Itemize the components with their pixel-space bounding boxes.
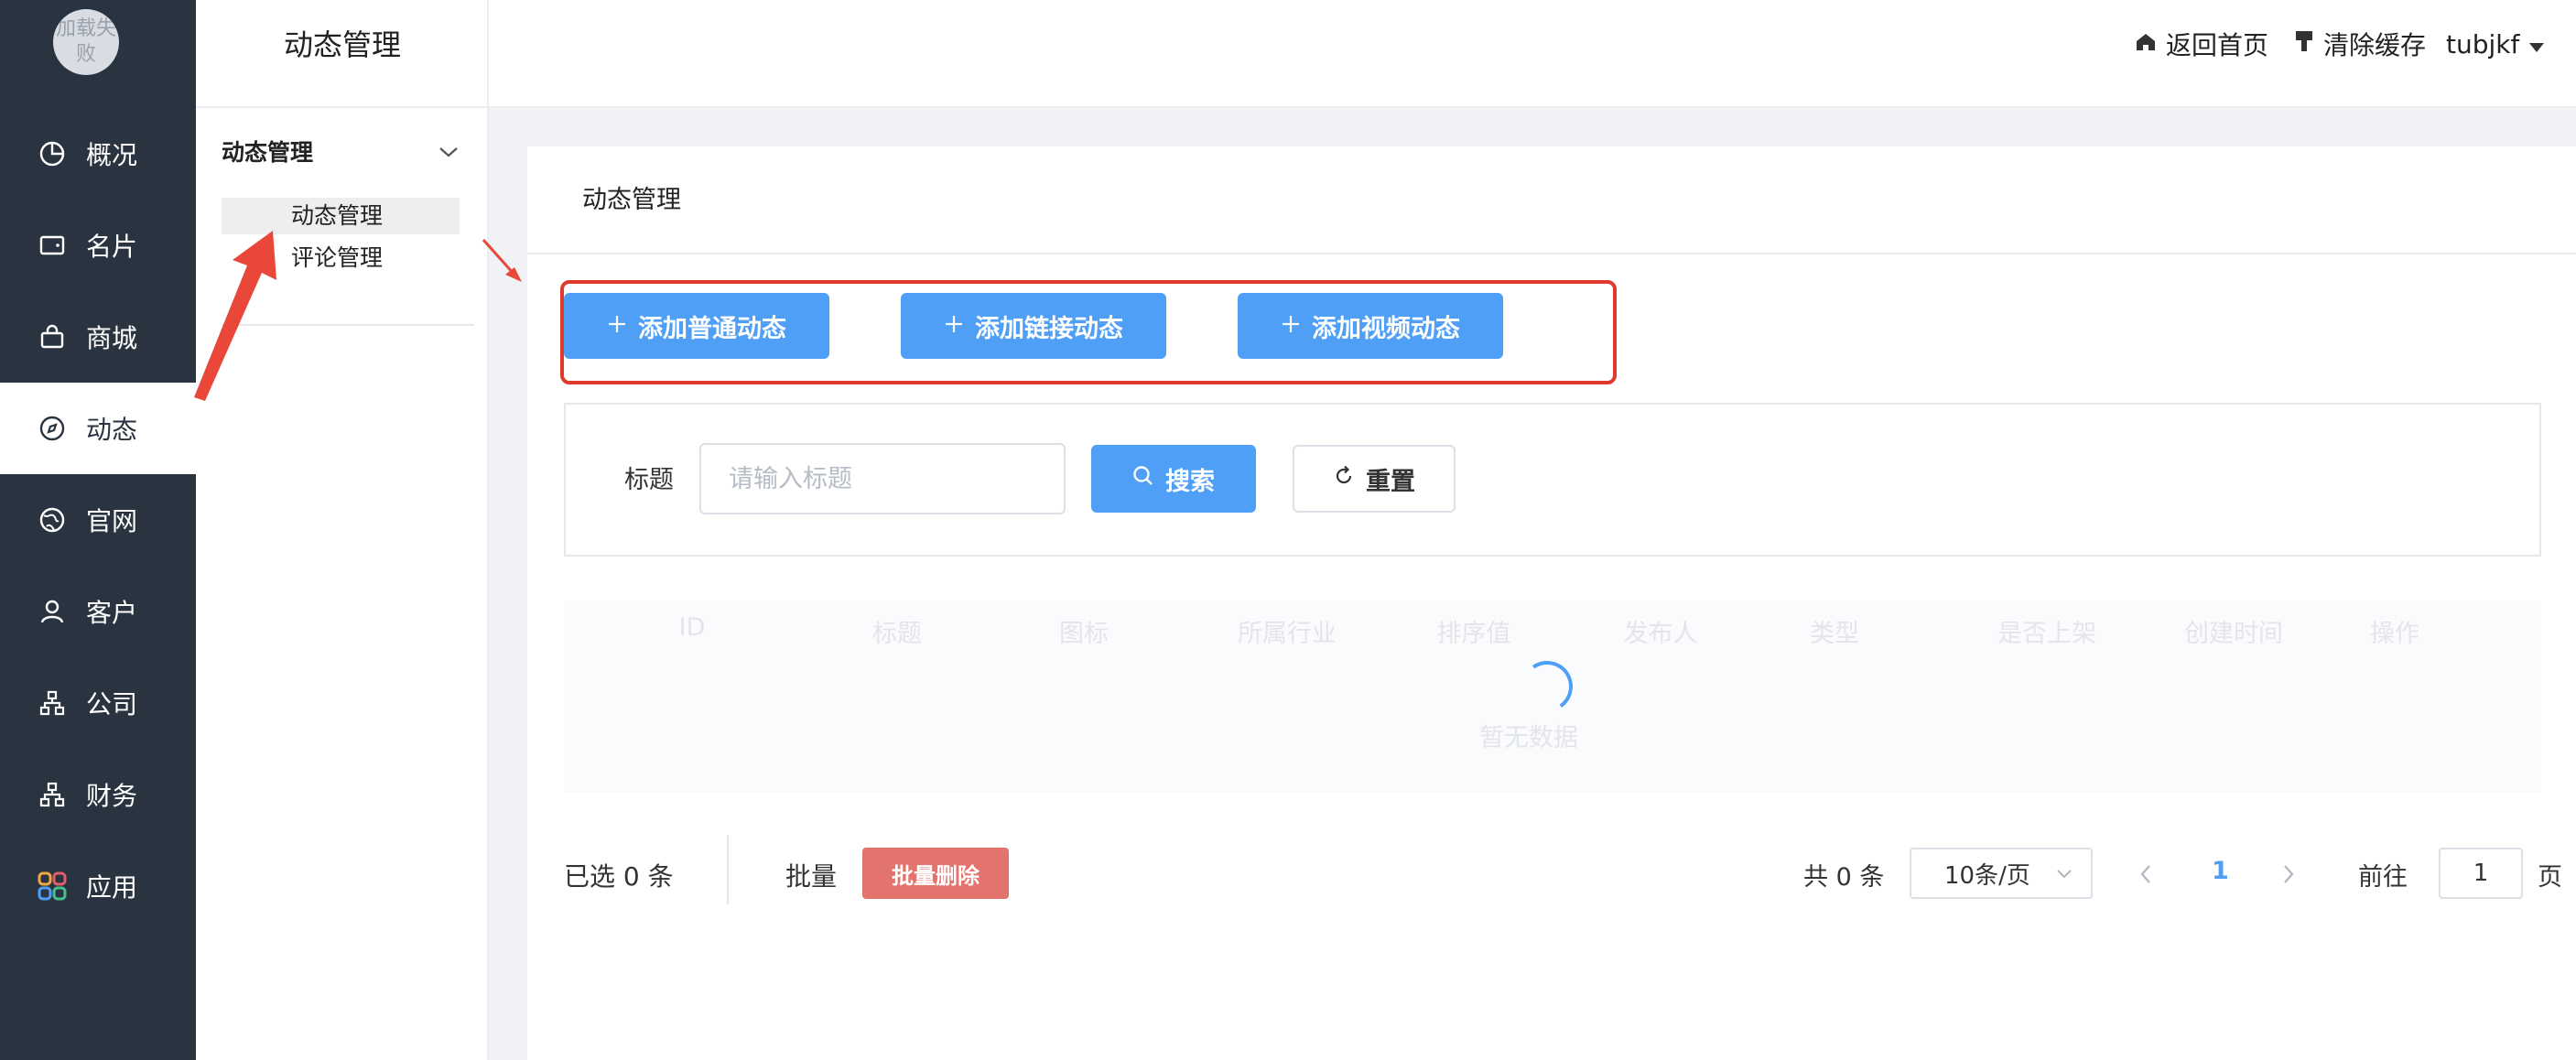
globe-icon <box>37 504 68 535</box>
nav-item-label: 公司 <box>86 689 138 719</box>
nav-item-apps[interactable]: 应用 <box>0 840 196 932</box>
user-menu[interactable]: tubjkf <box>2446 27 2545 60</box>
org-chart-icon <box>37 687 68 719</box>
compass-icon <box>37 413 68 444</box>
submenu-item-comments-manage[interactable]: 评论管理 <box>222 240 460 276</box>
search-icon <box>1132 465 1154 493</box>
divider <box>222 324 474 326</box>
nav-item-finance[interactable]: 财务 <box>0 749 196 840</box>
column-header-industry: 所属行业 <box>1238 620 1337 648</box>
refresh-icon <box>1333 465 1355 493</box>
plus-icon <box>944 312 964 341</box>
submenu-title: 动态管理 <box>196 0 489 108</box>
home-icon <box>2135 29 2157 59</box>
nav-item-company[interactable]: 公司 <box>0 657 196 749</box>
nav-item-label: 概况 <box>86 140 138 170</box>
column-header-icon: 图标 <box>1059 620 1109 648</box>
pie-chart-icon <box>37 138 68 169</box>
nav-item-customer[interactable]: 客户 <box>0 566 196 657</box>
logo-avatar: 加载失败 <box>53 9 119 75</box>
nav-item-label: 商城 <box>86 323 138 353</box>
username: tubjkf <box>2446 28 2520 59</box>
reset-button[interactable]: 重置 <box>1293 445 1456 513</box>
empty-state-text: 暂无数据 <box>1479 724 1578 752</box>
home-link[interactable]: 返回首页 <box>2135 27 2268 60</box>
nav-item-label: 官网 <box>86 506 138 536</box>
divider <box>727 835 729 904</box>
page-number-1[interactable]: 1 <box>2212 857 2229 885</box>
add-normal-moment-button[interactable]: 添加普通动态 <box>564 293 829 359</box>
nav-item-website[interactable]: 官网 <box>0 474 196 566</box>
nav-item-moments[interactable]: 动态 <box>0 383 196 474</box>
caret-down-icon <box>2528 29 2545 59</box>
plus-icon <box>607 312 627 341</box>
batch-label: 批量 <box>785 861 838 892</box>
content-card: 动态管理 添加普通动态 添加链接动态 添加视频动态 标题 搜索 <box>527 146 2576 1060</box>
column-header-sort: 排序值 <box>1436 620 1511 648</box>
submenu-group-label: 动态管理 <box>222 139 314 166</box>
next-page-button[interactable] <box>2278 860 2300 888</box>
column-header-id: ID <box>678 613 706 642</box>
submenu-group-header[interactable]: 动态管理 <box>222 133 469 169</box>
nav-item-label: 动态 <box>86 415 138 445</box>
pagination-total: 共 0 条 <box>1803 863 1885 892</box>
add-video-moment-button[interactable]: 添加视频动态 <box>1238 293 1503 359</box>
column-header-listed: 是否上架 <box>1997 620 2096 648</box>
page-title: 动态管理 <box>527 146 2576 254</box>
nav-item-mall[interactable]: 商城 <box>0 291 196 383</box>
nav-item-overview[interactable]: 概况 <box>0 108 196 200</box>
nav-item-label: 客户 <box>86 598 138 628</box>
search-form: 标题 搜索 重置 <box>564 403 2541 557</box>
title-search-input[interactable] <box>699 443 1066 514</box>
sub-sidebar: 动态管理 动态管理 动态管理 评论管理 <box>196 0 489 1060</box>
goto-page-input[interactable] <box>2439 848 2523 899</box>
search-button[interactable]: 搜索 <box>1091 445 1256 513</box>
button-label: 添加视频动态 <box>1312 314 1460 343</box>
nav-item-label: 名片 <box>86 232 138 262</box>
user-icon <box>37 596 68 627</box>
selected-count: 已选 0 条 <box>564 861 674 892</box>
goto-suffix: 页 <box>2538 863 2562 892</box>
home-label: 返回首页 <box>2166 30 2269 60</box>
column-header-title: 标题 <box>872 620 922 648</box>
prev-page-button[interactable] <box>2135 860 2157 888</box>
submenu-item-moments-manage[interactable]: 动态管理 <box>222 198 460 234</box>
org-chart-icon <box>37 779 68 810</box>
button-label: 添加链接动态 <box>975 314 1123 343</box>
brush-icon <box>2294 29 2314 59</box>
page-size-select[interactable]: 10条/页 <box>1910 848 2093 899</box>
apps-grid-icon <box>37 871 68 902</box>
column-header-actions: 操作 <box>2370 620 2419 648</box>
search-label: 标题 <box>624 466 674 494</box>
plus-icon <box>1281 312 1301 341</box>
data-table: ID 标题 图标 所属行业 排序值 发布人 类型 是否上架 创建时间 操作 暂无… <box>564 600 2541 793</box>
nav-item-card[interactable]: 名片 <box>0 200 196 291</box>
chevron-down-icon <box>438 138 460 165</box>
column-header-type: 类型 <box>1810 620 1859 648</box>
goto-label: 前往 <box>2358 863 2408 892</box>
table-header: ID 标题 图标 所属行业 排序值 发布人 类型 是否上架 创建时间 操作 <box>564 600 2541 648</box>
annotation-arrow-to-actions <box>482 238 522 282</box>
column-header-publisher: 发布人 <box>1623 620 1698 648</box>
loading-spinner-icon <box>1517 656 1577 717</box>
page-size-value: 10条/页 <box>1944 861 2030 890</box>
nav-item-label: 财务 <box>86 781 138 811</box>
shopping-bag-icon <box>37 321 68 352</box>
top-header: 返回首页 清除缓存 tubjkf <box>489 0 2576 108</box>
button-label: 添加普通动态 <box>638 314 786 343</box>
clear-cache-button[interactable]: 清除缓存 <box>2294 27 2426 60</box>
column-header-created: 创建时间 <box>2184 620 2283 648</box>
clear-cache-label: 清除缓存 <box>2323 30 2427 60</box>
reset-button-label: 重置 <box>1366 467 1415 496</box>
nav-item-label: 应用 <box>86 872 138 903</box>
main-sidebar: 加载失败 概况 名片 商城 动态 官网 客户 公司 财务 应用 <box>0 0 196 1060</box>
add-link-moment-button[interactable]: 添加链接动态 <box>901 293 1166 359</box>
wallet-icon <box>37 230 68 261</box>
batch-delete-button[interactable]: 批量删除 <box>862 848 1009 899</box>
chevron-down-icon <box>2054 862 2074 890</box>
search-button-label: 搜索 <box>1165 467 1215 496</box>
